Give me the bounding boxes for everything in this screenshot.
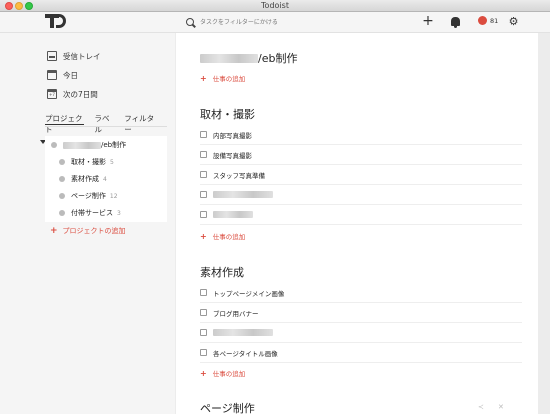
project-item-web[interactable]: /eb制作 — [51, 138, 126, 152]
sidebar-tabs: プロジェクト ラベル フィルター — [45, 113, 167, 134]
project-item[interactable]: 取材・撮影 5 — [59, 155, 114, 169]
close-icon[interactable]: ✕ — [498, 403, 506, 411]
task-checkbox[interactable] — [200, 349, 207, 356]
project-color-dot — [51, 142, 57, 148]
project-count: 3 — [117, 209, 121, 217]
task-text: トップページメイン画像 — [213, 289, 285, 298]
blurred-text — [63, 141, 101, 149]
task-row[interactable]: 各ページタイトル画像 — [200, 343, 522, 363]
project-name: /eb制作 — [101, 141, 127, 149]
scrollbar[interactable] — [540, 33, 550, 414]
section-title: /eb制作 — [200, 50, 297, 66]
project-item[interactable]: 素材作成 4 — [59, 172, 107, 186]
add-project-button[interactable]: + プロジェクトの追加 — [50, 226, 126, 236]
search-input[interactable] — [200, 16, 400, 28]
task-row[interactable] — [200, 323, 522, 343]
tab-labels[interactable]: ラベル — [94, 113, 114, 134]
task-row[interactable]: ブログ用バナー — [200, 303, 522, 323]
karma-indicator[interactable]: 81 — [478, 16, 498, 25]
add-task-icon[interactable]: + — [422, 14, 434, 28]
project-color-dot — [59, 210, 65, 216]
share-icon[interactable]: ≺ — [478, 403, 486, 411]
blurred-text — [200, 53, 258, 63]
task-text: スタッフ写真準備 — [213, 171, 265, 180]
add-task-button[interactable]: + 仕事の追加 — [200, 73, 246, 84]
karma-score: 81 — [490, 16, 499, 25]
plus-icon: + — [200, 231, 207, 241]
project-name: 素材作成 — [71, 175, 99, 183]
task-row[interactable] — [200, 185, 522, 205]
todoist-logo[interactable] — [45, 14, 67, 30]
sidebar-item-label: 受信トレイ — [63, 51, 101, 61]
task-text: ブログ用バナー — [213, 309, 259, 318]
task-checkbox[interactable] — [200, 289, 207, 296]
karma-icon — [478, 16, 487, 25]
section-title: 取材・撮影 — [200, 108, 255, 121]
plus-icon: + — [50, 226, 58, 236]
task-checkbox[interactable] — [200, 211, 207, 218]
blurred-text — [213, 211, 253, 218]
task-row[interactable] — [200, 205, 522, 225]
project-item[interactable]: ページ制作 12 — [59, 189, 118, 203]
task-checkbox[interactable] — [200, 329, 207, 336]
add-task-button[interactable]: + 仕事の追加 — [200, 368, 246, 379]
task-text: 設備写真撮影 — [213, 151, 252, 160]
task-row[interactable]: トップページメイン画像 — [200, 283, 522, 303]
project-name: ページ制作 — [71, 192, 106, 200]
calendar-week-icon: +7 — [47, 89, 57, 99]
window-title: Todoist — [261, 1, 289, 10]
project-color-dot — [59, 159, 65, 165]
plus-icon: + — [200, 368, 207, 378]
project-count: 5 — [110, 158, 114, 166]
search-icon[interactable] — [186, 18, 194, 26]
sidebar-item-today[interactable]: 今日 — [47, 68, 78, 82]
gear-icon[interactable]: ⚙ — [508, 16, 519, 27]
plus-icon: + — [200, 73, 207, 83]
task-row[interactable]: スタッフ写真準備 — [200, 165, 522, 185]
task-checkbox[interactable] — [200, 309, 207, 316]
task-checkbox[interactable] — [200, 191, 207, 198]
add-task-label: 仕事の追加 — [212, 370, 246, 378]
sidebar-item-inbox[interactable]: 受信トレイ — [47, 49, 101, 63]
project-count: 12 — [109, 192, 118, 200]
bell-icon[interactable] — [451, 17, 460, 28]
project-color-dot — [59, 193, 65, 199]
inbox-icon — [47, 51, 57, 61]
task-text: 各ページタイトル画像 — [213, 349, 278, 358]
tabs-divider — [45, 126, 167, 127]
task-row[interactable]: 内部写真撮影 — [200, 125, 522, 145]
blurred-text — [213, 191, 273, 198]
sidebar-item-next-7-days[interactable]: +7 次の7日間 — [47, 87, 98, 101]
project-color-dot — [59, 176, 65, 182]
task-checkbox[interactable] — [200, 151, 207, 158]
blurred-text — [213, 329, 273, 336]
section-title: 素材作成 — [200, 266, 244, 279]
add-task-label: 仕事の追加 — [212, 75, 246, 83]
add-task-label: 仕事の追加 — [212, 233, 246, 241]
task-checkbox[interactable] — [200, 131, 207, 138]
task-row[interactable]: 設備写真撮影 — [200, 145, 522, 165]
section-title: ページ制作 — [200, 402, 255, 414]
tab-filters[interactable]: フィルター — [124, 113, 157, 134]
calendar-icon — [47, 70, 57, 80]
tab-projects[interactable]: プロジェクト — [45, 113, 85, 134]
task-text: 内部写真撮影 — [213, 131, 252, 140]
window-titlebar: Todoist — [0, 0, 550, 12]
sidebar-item-label: 今日 — [63, 70, 78, 80]
project-name: 取材・撮影 — [71, 158, 106, 166]
project-item[interactable]: 付帯サービス 3 — [59, 206, 121, 220]
section-title-text: /eb制作 — [258, 52, 298, 65]
add-task-button[interactable]: + 仕事の追加 — [200, 231, 246, 242]
project-name: 付帯サービス — [71, 209, 113, 217]
add-project-label: プロジェクトの追加 — [62, 227, 126, 235]
sidebar-item-label: 次の7日間 — [63, 89, 98, 99]
task-checkbox[interactable] — [200, 171, 207, 178]
project-count: 4 — [103, 175, 107, 183]
project-list: /eb制作 取材・撮影 5 素材作成 4 ページ制作 12 付帯サービス 3 — [45, 136, 167, 222]
